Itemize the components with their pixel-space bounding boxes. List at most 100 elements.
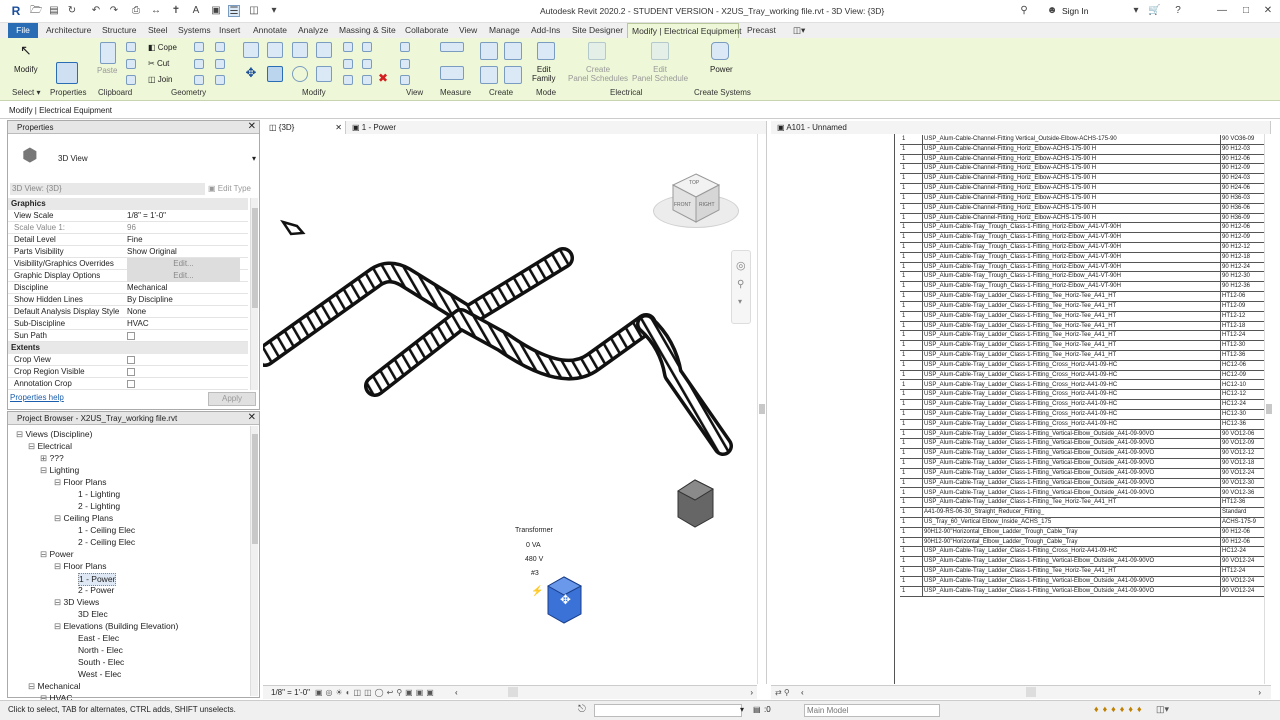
viewcube-front[interactable]: FRONT bbox=[674, 202, 691, 208]
schedule-row[interactable]: 1 USP_Alum-Cable-Tray_Trough_Class-1-Fitt… bbox=[900, 243, 1264, 253]
sheet-horizontal-scroll-thumb[interactable] bbox=[1026, 687, 1036, 697]
design-option-selector[interactable]: Main Model bbox=[804, 704, 940, 717]
tab-annotate[interactable]: Annotate bbox=[253, 23, 287, 38]
schedule-row[interactable]: 1 USP_Alum-Cable-Tray_Ladder_Class-1-Fitt… bbox=[900, 479, 1264, 489]
copy-clipboard-icon[interactable] bbox=[126, 59, 136, 69]
schedule-row[interactable]: 1 USP_Alum-Cable-Tray_Ladder_Class-1-Fitt… bbox=[900, 361, 1264, 371]
sheet-scroll-right-icon[interactable]: › bbox=[1258, 686, 1261, 700]
view-tool-1-icon[interactable] bbox=[400, 42, 410, 52]
instance-selector[interactable]: 3D View: {3D} bbox=[10, 183, 205, 195]
steering-wheel-icon[interactable]: ◎ bbox=[736, 259, 746, 272]
create-panel-schedules-button[interactable]: Create Panel Schedules bbox=[568, 65, 628, 83]
scroll-left-3d-icon[interactable]: ‹ bbox=[455, 686, 458, 700]
type-selector[interactable]: 3D View bbox=[58, 154, 88, 163]
pin-icon[interactable] bbox=[343, 75, 353, 85]
schedule-row[interactable]: 1 USP_Alum-Cable-Tray_Ladder_Class-1-Fitt… bbox=[900, 390, 1264, 401]
cart-icon[interactable]: 🛒 bbox=[1148, 5, 1160, 17]
schedule-row[interactable]: 1 USP_Alum-Cable-Tray_Trough_Class-1-Fitt… bbox=[900, 272, 1264, 283]
schedule-row[interactable]: 1 USP_Alum-Cable-Channel-Fitting_Horiz_El… bbox=[900, 174, 1264, 185]
paste-icon[interactable] bbox=[100, 42, 116, 64]
browser-node[interactable]: ⊟ Ceiling Plans bbox=[54, 513, 113, 524]
geometry-tool-icon[interactable] bbox=[194, 42, 204, 52]
mirror-draw-icon[interactable] bbox=[316, 42, 332, 58]
schedule-row[interactable]: 1 USP_Alum-Cable-Tray_Ladder_Class-1-Fitt… bbox=[900, 302, 1264, 312]
prop-visibility-graphics[interactable]: Visibility/Graphics Overrides Edit... bbox=[8, 258, 248, 270]
sign-in-dropdown-icon[interactable]: ▾ bbox=[1130, 5, 1142, 17]
panel-select[interactable]: Select ▾ bbox=[12, 88, 40, 97]
thin-lines-icon[interactable]: ☰ bbox=[228, 5, 240, 17]
array-icon[interactable] bbox=[343, 59, 353, 69]
3d-view-icon[interactable]: ▣ bbox=[210, 5, 222, 17]
schedule-row[interactable]: 1 USP_Alum-Cable-Tray_Ladder_Class-1-Fitt… bbox=[900, 498, 1264, 509]
horizontal-scroll-thumb[interactable] bbox=[508, 687, 518, 697]
tab-analyze[interactable]: Analyze bbox=[298, 23, 328, 38]
prop-parts-visibility[interactable]: Parts Visibility Show Original bbox=[8, 246, 248, 258]
prop-crop-view[interactable]: Crop View bbox=[8, 354, 248, 366]
tab-architecture[interactable]: Architecture bbox=[46, 23, 91, 38]
properties-close-icon[interactable]: ✕ bbox=[248, 121, 256, 132]
prop-annotation-crop[interactable]: Annotation Crop bbox=[8, 378, 248, 390]
edit-type-button[interactable]: ▣ Edit Type bbox=[208, 183, 251, 195]
browser-node[interactable]: West - Elec bbox=[78, 669, 121, 680]
schedule-row[interactable]: 1 USP_Alum-Cable-Tray_Trough_Class-1-Fitt… bbox=[900, 263, 1264, 273]
close-icon[interactable]: ✕ bbox=[1262, 5, 1274, 17]
properties-scrollbar[interactable] bbox=[250, 198, 258, 390]
browser-node[interactable]: North - Elec bbox=[78, 645, 123, 656]
schedule-row[interactable]: 1 USP_Alum-Cable-Channel-Fitting_Horiz_El… bbox=[900, 204, 1264, 214]
split-gap-icon[interactable] bbox=[362, 42, 372, 52]
dimension-icon[interactable]: ✝ bbox=[170, 5, 182, 17]
view-control-icons[interactable]: ▣◎☀◐◫◫◯↩⚲▣▣▣ bbox=[315, 686, 437, 700]
browser-node[interactable]: ⊞ ??? bbox=[40, 453, 64, 464]
schedule-row[interactable]: 1 USP_Alum-Cable-Tray_Ladder_Class-1-Fitt… bbox=[900, 292, 1264, 302]
sheet-control-icons[interactable]: ⇄ ⚲ bbox=[775, 686, 790, 700]
schedule-row[interactable]: 1 USP_Alum-Cable-Tray_Ladder_Class-1-Fitt… bbox=[900, 449, 1264, 460]
schedule-row[interactable]: 1 USP_Alum-Cable-Channel-Fitting_Horiz_El… bbox=[900, 194, 1264, 204]
tab-view-power[interactable]: ▣ 1 - Power bbox=[346, 121, 767, 134]
demolish-icon[interactable] bbox=[215, 59, 225, 69]
browser-node[interactable]: ⊟ Floor Plans bbox=[54, 477, 106, 488]
prop-crop-region-visible[interactable]: Crop Region Visible bbox=[8, 366, 248, 378]
sync-icon[interactable]: ↻ bbox=[66, 5, 78, 17]
tab-insert[interactable]: Insert bbox=[219, 23, 240, 38]
tab-view-sheet[interactable]: ▣ A101 - Unnamed bbox=[771, 121, 1271, 134]
apply-button[interactable]: Apply bbox=[208, 392, 256, 406]
tab-massing-site[interactable]: Massing & Site bbox=[339, 23, 396, 38]
redo-icon[interactable]: ↷ bbox=[108, 5, 120, 17]
measure-icon[interactable]: ↔ bbox=[150, 5, 162, 17]
tab-overflow-icon[interactable]: ◫▾ bbox=[793, 23, 805, 38]
split-icon[interactable] bbox=[343, 42, 353, 52]
sun-path-checkbox[interactable] bbox=[127, 332, 135, 340]
properties-icon[interactable] bbox=[56, 62, 78, 84]
cut-button[interactable]: ✂ Cut bbox=[148, 59, 169, 68]
schedule-row[interactable]: 1 USP_Alum-Cable-Tray_Trough_Class-1-Fitt… bbox=[900, 223, 1264, 234]
schedule-row[interactable]: 1 USP_Alum-Cable-Tray_Ladder_Class-1-Fitt… bbox=[900, 420, 1264, 430]
browser-node[interactable]: ⊟ Floor Plans bbox=[54, 561, 106, 572]
selection-toggle-icons[interactable]: ♦♦♦♦♦♦ bbox=[1094, 704, 1146, 714]
view-tool-3-icon[interactable] bbox=[400, 75, 410, 85]
sheet-scrollbar[interactable] bbox=[1264, 134, 1272, 684]
editing-requests-icon[interactable]: ▤ bbox=[753, 705, 761, 714]
power-icon[interactable] bbox=[711, 42, 729, 60]
schedule-row[interactable]: 1 USP_Alum-Cable-Tray_Ladder_Class-1-Fitt… bbox=[900, 430, 1264, 440]
schedule-row[interactable]: 1 USP_Alum-Cable-Tray_Ladder_Class-1-Fitt… bbox=[900, 381, 1264, 391]
cope-button[interactable]: ◧ Cope bbox=[148, 43, 177, 52]
paint-icon[interactable] bbox=[194, 75, 204, 85]
browser-node[interactable]: 3D Elec bbox=[78, 609, 108, 620]
copy-icon[interactable] bbox=[267, 66, 283, 82]
worksets-icon[interactable]: ⎋ bbox=[578, 704, 586, 715]
modify-cursor-icon[interactable]: ↖ bbox=[20, 42, 36, 60]
text-icon[interactable]: A bbox=[190, 5, 202, 17]
schedule-row[interactable]: 1 USP_Alum-Cable-Tray_Trough_Class-1-Fitt… bbox=[900, 233, 1264, 243]
browser-node[interactable]: 2 - Power bbox=[78, 585, 114, 596]
unpin-icon[interactable] bbox=[362, 75, 372, 85]
properties-help-link[interactable]: Properties help bbox=[10, 393, 64, 402]
measure-between-icon[interactable] bbox=[440, 42, 464, 52]
view-tool-2-icon[interactable] bbox=[400, 59, 410, 69]
schedule-row[interactable]: 1 USP_Alum-Cable-Tray_Ladder_Class-1-Fitt… bbox=[900, 351, 1264, 361]
browser-node[interactable]: ⊟ 3D Views bbox=[54, 597, 99, 608]
tab-file[interactable]: File bbox=[8, 23, 38, 38]
browser-node[interactable]: 1 - Ceiling Elec bbox=[78, 525, 135, 536]
undo-icon[interactable]: ↶ bbox=[90, 5, 102, 17]
edit-family-button[interactable]: Edit Family bbox=[532, 65, 556, 83]
prop-detail-level[interactable]: Detail Level Fine bbox=[8, 234, 248, 246]
